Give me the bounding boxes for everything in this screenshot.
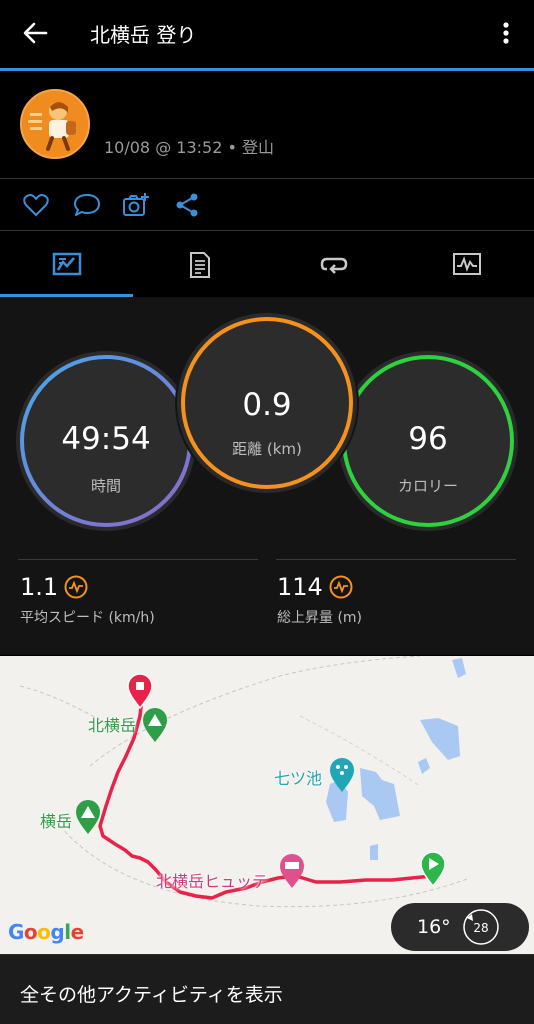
wind-direction-icon: 28 [463, 909, 499, 945]
lakes [326, 658, 466, 860]
map-label-nanatsuike: 七ツ池 [274, 769, 323, 788]
top-app-bar: 北横岳 登り [0, 0, 534, 68]
wind-value: 28 [473, 921, 488, 935]
more-vert-icon[interactable] [496, 18, 516, 48]
tab-bar [0, 231, 534, 297]
laps-loop-icon [320, 257, 347, 274]
map-label-yokodake: 横岳 [40, 812, 73, 831]
action-bar [0, 179, 534, 230]
route-map[interactable]: 北横岳 横岳 七ツ池 北横岳ヒュッテ Google 16° 28 [0, 656, 534, 954]
time-ring: 49:54 時間 [12, 347, 200, 535]
view-all-activities-bar[interactable]: 全その他アクティビティを表示 [0, 954, 534, 1024]
start-pin-icon[interactable] [420, 851, 446, 888]
distance-value: 0.9 [242, 387, 292, 423]
avg-speed-metric[interactable]: 1.1 平均スピード (km/h) [20, 573, 260, 633]
avatar[interactable] [20, 89, 90, 159]
hiker-avatar-icon [28, 102, 76, 151]
ascent-metric[interactable]: 114 総上昇量 (m) [277, 573, 517, 633]
like-heart-icon[interactable] [22, 191, 50, 219]
map-label-kitayokodake: 北横岳 [88, 716, 137, 735]
distance-ring: 0.9 距離 (km) [173, 309, 361, 497]
charts-icon [452, 253, 481, 275]
avg-speed-label: 平均スピード (km/h) [20, 610, 155, 626]
ascent-label: 総上昇量 (m) [277, 610, 363, 626]
page-title: 北横岳 登り [90, 23, 197, 47]
temperature-value: 16° [417, 916, 451, 938]
mountain-peak-icon[interactable] [143, 708, 167, 742]
calories-label: カロリー [397, 477, 458, 495]
ascent-chart-icon[interactable] [329, 575, 353, 599]
hut-marker-icon[interactable] [280, 854, 304, 888]
tab-charts[interactable] [400, 231, 533, 297]
overview-icon [52, 252, 81, 276]
share-icon[interactable] [174, 191, 202, 219]
avg-speed-value: 1.1 [20, 573, 59, 601]
divider [276, 559, 516, 560]
speed-chart-icon[interactable] [64, 575, 88, 599]
weather-badge[interactable]: 16° 28 [391, 903, 529, 951]
tab-overview[interactable] [0, 231, 133, 297]
calories-value: 96 [408, 421, 448, 457]
time-value: 49:54 [61, 421, 151, 457]
wind-indicator: 28 [462, 908, 500, 946]
activity-meta: 10/08 @ 13:52 • 登山 [104, 138, 275, 157]
comment-bubble-icon[interactable] [73, 191, 101, 219]
details-list-icon [189, 252, 210, 278]
google-logo: Google [8, 920, 84, 944]
stats-panel: 49:54 時間 96 カロリー 0.9 距離 (km) 1.1 平均スピード … [0, 297, 534, 655]
tab-details[interactable] [133, 231, 266, 297]
view-all-activities-label: 全その他アクティビティを表示 [20, 984, 283, 1006]
mountain-peak-icon[interactable] [76, 800, 100, 834]
tab-laps[interactable] [267, 231, 400, 297]
divider [18, 559, 258, 560]
finish-pin-icon[interactable] [127, 673, 153, 710]
activity-header: 10/08 @ 13:52 • 登山 [0, 71, 534, 178]
distance-label: 距離 (km) [232, 440, 302, 458]
calories-ring: 96 カロリー [334, 347, 522, 535]
time-label: 時間 [90, 477, 121, 495]
add-photo-icon[interactable] [122, 191, 150, 219]
back-arrow-icon[interactable] [20, 18, 50, 48]
map-label-hutte: 北横岳ヒュッテ [156, 872, 269, 891]
ascent-value: 114 [277, 573, 323, 601]
